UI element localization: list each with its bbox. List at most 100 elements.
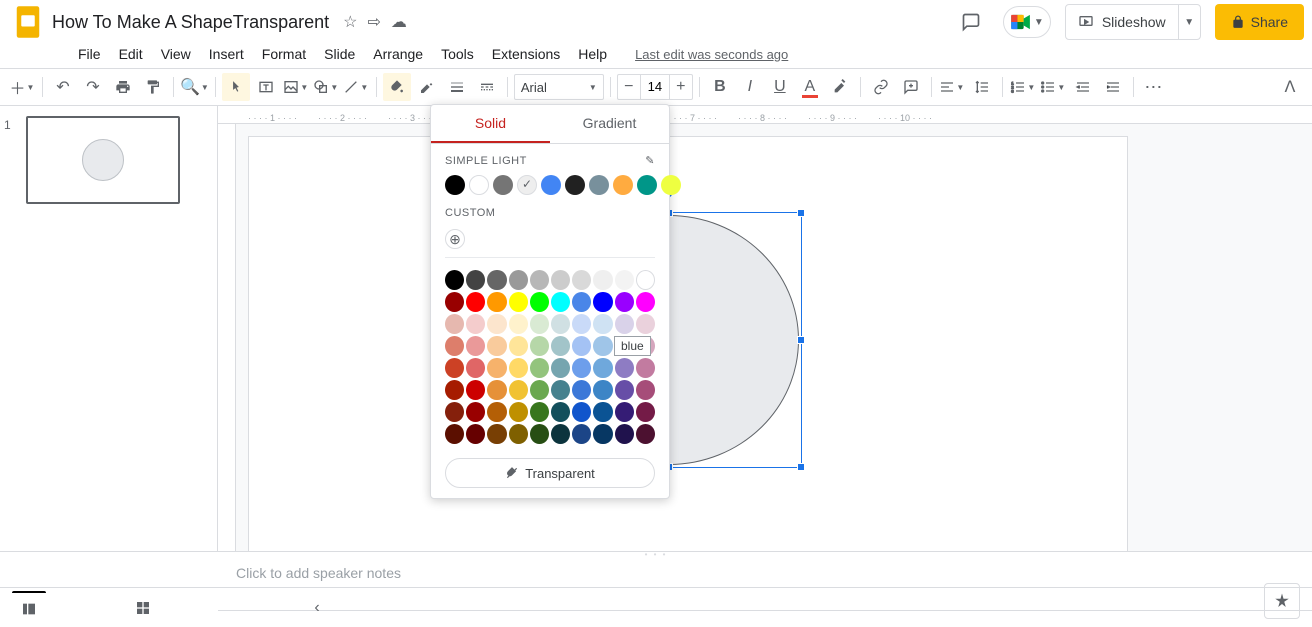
bullet-list-button[interactable]: ▼ xyxy=(1039,73,1067,101)
color-swatch[interactable] xyxy=(551,336,570,356)
border-color-button[interactable] xyxy=(413,73,441,101)
color-swatch[interactable] xyxy=(487,314,506,334)
theme-color-swatch[interactable] xyxy=(637,175,657,195)
font-size-increase[interactable]: + xyxy=(670,78,692,96)
font-select[interactable]: Arial▼ xyxy=(514,74,604,100)
color-swatch[interactable] xyxy=(572,380,591,400)
add-custom-color[interactable]: ⊕ xyxy=(445,229,465,249)
color-swatch[interactable] xyxy=(615,270,634,290)
color-swatch[interactable] xyxy=(615,380,634,400)
menu-slide[interactable]: Slide xyxy=(316,42,363,66)
textbox-button[interactable] xyxy=(252,73,280,101)
color-swatch[interactable] xyxy=(466,402,485,422)
menu-file[interactable]: File xyxy=(70,42,109,66)
color-swatch[interactable] xyxy=(445,424,464,444)
color-swatch[interactable] xyxy=(636,270,655,290)
color-swatch[interactable] xyxy=(487,424,506,444)
comment-button[interactable] xyxy=(897,73,925,101)
color-swatch[interactable] xyxy=(530,380,549,400)
color-swatch[interactable] xyxy=(551,402,570,422)
color-swatch[interactable] xyxy=(509,402,528,422)
color-swatch[interactable] xyxy=(551,314,570,334)
color-swatch[interactable] xyxy=(572,292,591,312)
color-swatch[interactable] xyxy=(466,380,485,400)
menu-arrange[interactable]: Arrange xyxy=(365,42,431,66)
tab-gradient[interactable]: Gradient xyxy=(550,105,669,143)
color-swatch[interactable] xyxy=(551,424,570,444)
color-swatch[interactable] xyxy=(487,336,506,356)
color-swatch[interactable] xyxy=(487,380,506,400)
explore-button[interactable] xyxy=(1264,583,1300,619)
color-swatch[interactable] xyxy=(615,358,634,378)
tab-solid[interactable]: Solid xyxy=(431,105,550,143)
text-color-button[interactable]: A xyxy=(796,73,824,101)
zoom-button[interactable]: 🔍▼ xyxy=(180,73,209,101)
color-swatch[interactable] xyxy=(509,292,528,312)
shape-button[interactable]: ▼ xyxy=(312,73,340,101)
color-swatch[interactable] xyxy=(572,358,591,378)
color-swatch[interactable] xyxy=(636,358,655,378)
more-button[interactable]: ⋯ xyxy=(1140,73,1168,101)
color-swatch[interactable] xyxy=(551,380,570,400)
color-swatch[interactable] xyxy=(593,292,612,312)
color-swatch[interactable] xyxy=(445,402,464,422)
color-swatch[interactable] xyxy=(593,424,612,444)
color-swatch[interactable] xyxy=(509,424,528,444)
collapse-filmstrip[interactable]: ‹ xyxy=(300,591,334,625)
color-swatch[interactable] xyxy=(509,270,528,290)
resize-handle[interactable] xyxy=(797,463,805,471)
image-button[interactable]: ▼ xyxy=(282,73,310,101)
color-swatch[interactable] xyxy=(466,336,485,356)
color-swatch[interactable] xyxy=(530,314,549,334)
color-swatch[interactable] xyxy=(615,424,634,444)
indent-increase-button[interactable] xyxy=(1099,73,1127,101)
align-button[interactable]: ▼ xyxy=(938,73,966,101)
line-spacing-button[interactable] xyxy=(968,73,996,101)
color-swatch[interactable] xyxy=(572,270,591,290)
new-slide-button[interactable]: ＋▼ xyxy=(8,73,36,101)
color-swatch[interactable] xyxy=(509,336,528,356)
color-swatch[interactable] xyxy=(551,270,570,290)
theme-color-swatch[interactable] xyxy=(589,175,609,195)
color-swatch[interactable] xyxy=(593,336,612,356)
select-tool[interactable] xyxy=(222,73,250,101)
color-swatch[interactable] xyxy=(530,424,549,444)
color-swatch[interactable] xyxy=(445,314,464,334)
resize-handle[interactable] xyxy=(797,336,805,344)
paint-format-button[interactable] xyxy=(139,73,167,101)
color-swatch[interactable] xyxy=(615,402,634,422)
color-swatch[interactable] xyxy=(509,314,528,334)
theme-color-swatch[interactable] xyxy=(445,175,465,195)
color-swatch[interactable] xyxy=(466,424,485,444)
canvas[interactable]: · · · · 1 · · · · · · · · 2 · · · · · · … xyxy=(218,106,1312,551)
numbered-list-button[interactable]: 123▼ xyxy=(1009,73,1037,101)
menu-tools[interactable]: Tools xyxy=(433,42,482,66)
menu-help[interactable]: Help xyxy=(570,42,615,66)
color-swatch[interactable] xyxy=(636,402,655,422)
color-swatch[interactable] xyxy=(445,380,464,400)
theme-color-swatch[interactable] xyxy=(541,175,561,195)
color-swatch[interactable] xyxy=(445,292,464,312)
fill-color-button[interactable] xyxy=(383,73,411,101)
color-swatch[interactable] xyxy=(466,270,485,290)
theme-color-swatch[interactable] xyxy=(469,175,489,195)
color-swatch[interactable] xyxy=(530,270,549,290)
color-swatch[interactable] xyxy=(593,380,612,400)
color-swatch[interactable] xyxy=(487,292,506,312)
color-swatch[interactable] xyxy=(445,270,464,290)
line-button[interactable]: ▼ xyxy=(342,73,370,101)
color-swatch[interactable] xyxy=(551,358,570,378)
color-swatch[interactable] xyxy=(445,358,464,378)
menu-format[interactable]: Format xyxy=(254,42,314,66)
slideshow-button[interactable]: Slideshow xyxy=(1066,14,1178,30)
color-swatch[interactable] xyxy=(530,358,549,378)
color-swatch[interactable] xyxy=(615,292,634,312)
collapse-toolbar[interactable]: ᐱ xyxy=(1276,73,1304,101)
color-swatch[interactable] xyxy=(466,314,485,334)
color-swatch[interactable] xyxy=(466,292,485,312)
color-swatch[interactable] xyxy=(636,292,655,312)
color-swatch[interactable] xyxy=(530,336,549,356)
share-button[interactable]: Share xyxy=(1215,4,1304,40)
color-swatch[interactable] xyxy=(487,402,506,422)
menu-extensions[interactable]: Extensions xyxy=(484,42,568,66)
